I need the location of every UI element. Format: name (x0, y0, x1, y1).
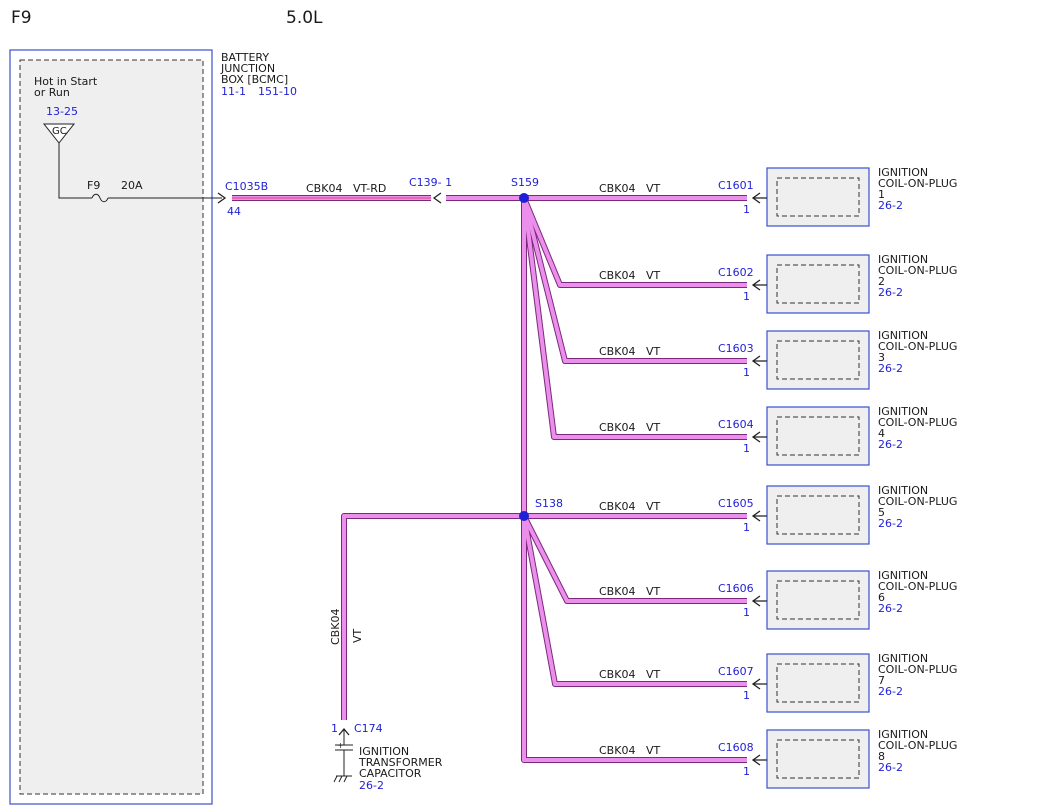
fuse-rating: 20A (121, 179, 143, 192)
bjb-ref-2[interactable]: 151-10 (258, 86, 297, 97)
cap-wire-circuit: CBK04 (329, 608, 342, 645)
coil-connector-label[interactable]: C1606 (718, 583, 754, 594)
coil-label-line-2: COIL-ON-PLUG (878, 495, 958, 508)
main-wire-circuit: CBK04 (306, 182, 343, 195)
coil-ref[interactable]: 26-2 (878, 762, 903, 773)
coil-components (751, 167, 870, 789)
splice-s138-dot (519, 511, 529, 521)
coil-wire-color: VT (646, 269, 661, 282)
coil-connector-arrow (751, 510, 767, 522)
bjb-pin: 44 (227, 205, 241, 218)
coil-wire-circuit: CBK04 (599, 269, 636, 282)
coil-connector-label[interactable]: C1608 (718, 742, 754, 753)
coil-connector-label[interactable]: C1601 (718, 180, 754, 191)
coil-pin: 1 (743, 606, 750, 619)
coil-box (766, 570, 870, 630)
coil-wire-circuit: CBK04 (599, 585, 636, 598)
coil-connector-label[interactable]: C1602 (718, 267, 754, 278)
bjb-inner-dashed (19, 59, 204, 795)
coil-connector-label[interactable]: C1604 (718, 419, 754, 430)
coil-label-line-2: COIL-ON-PLUG (878, 739, 958, 752)
coil-box (766, 330, 870, 390)
coil-pin: 1 (743, 765, 750, 778)
inline-connector-arrow (432, 192, 442, 204)
coil-wire-color: VT (646, 668, 661, 681)
splice-s159-label: S159 (511, 176, 539, 189)
coil-connector-arrow (751, 279, 767, 291)
coil-connector-label[interactable]: C1607 (718, 666, 754, 677)
capacitor-polarity: + (337, 741, 344, 750)
coil-wire-circuit: CBK04 (599, 421, 636, 434)
coil-pin: 1 (743, 203, 750, 216)
coil-box (766, 485, 870, 545)
coil-connector-arrow (751, 355, 767, 367)
coil-label-line-2: COIL-ON-PLUG (878, 580, 958, 593)
coil-box (766, 653, 870, 713)
coil-connector-arrow (751, 431, 767, 443)
coil-wire-circuit: CBK04 (599, 668, 636, 681)
coil-pin: 1 (743, 521, 750, 534)
gc-ref[interactable]: 13-25 (46, 106, 78, 117)
main-wire-color: VT-RD (353, 182, 387, 195)
coil-box (766, 406, 870, 466)
power-note-line-2: or Run (34, 86, 70, 99)
coil-pin: 1 (743, 290, 750, 303)
coil-wire-color: VT (646, 421, 661, 434)
coil-ref[interactable]: 26-2 (878, 363, 903, 374)
coil-box (766, 167, 870, 227)
coil-ref[interactable]: 26-2 (878, 686, 903, 697)
coil-pin: 1 (743, 366, 750, 379)
coil-connector-label[interactable]: C1605 (718, 498, 754, 509)
capacitor-icon (333, 727, 353, 783)
coil-wire-color: VT (646, 500, 661, 513)
coil-label-line-2: COIL-ON-PLUG (878, 663, 958, 676)
coil-ref[interactable]: 26-2 (878, 287, 903, 298)
capacitor-label-line-3: CAPACITOR (359, 767, 422, 780)
capacitor-ref[interactable]: 26-2 (359, 780, 384, 791)
cap-wire-color: VT (351, 628, 364, 643)
coil-ref[interactable]: 26-2 (878, 200, 903, 211)
coil-wire-circuit: CBK04 (599, 500, 636, 513)
coil-ref[interactable]: 26-2 (878, 439, 903, 450)
splice-s159-dot (519, 193, 529, 203)
coil-label-line-2: COIL-ON-PLUG (878, 177, 958, 190)
coil-wire-color: VT (646, 345, 661, 358)
inline-connector-label[interactable]: C139- 1 (409, 177, 452, 188)
bjb-name-line-3: BOX [BCMC] (221, 73, 289, 86)
coil-wire-color: VT (646, 744, 661, 757)
fuse-name: F9 (87, 179, 101, 192)
coil-connector-arrow (751, 678, 767, 690)
coil-connector-arrow (751, 595, 767, 607)
engine-label: 5.0L (286, 8, 323, 28)
coil-connector-arrow (751, 754, 767, 766)
coil-wire-circuit: CBK04 (599, 345, 636, 358)
coil-connector-label[interactable]: C1603 (718, 343, 754, 354)
splice-s138-label: S138 (535, 497, 563, 510)
coil-pin: 1 (743, 689, 750, 702)
coil-wire-color: VT (646, 585, 661, 598)
coil-ref[interactable]: 26-2 (878, 518, 903, 529)
coil-ref[interactable]: 26-2 (878, 603, 903, 614)
coil-label-line-2: COIL-ON-PLUG (878, 340, 958, 353)
capacitor-pin: 1 (331, 722, 338, 735)
bjb-ref-1[interactable]: 11-1 (221, 86, 246, 97)
coil-label-line-2: COIL-ON-PLUG (878, 264, 958, 277)
coil-wire-circuit: CBK04 (599, 744, 636, 757)
capacitor-connector[interactable]: C174 (354, 723, 383, 734)
coil-connector-arrow (751, 192, 767, 204)
harness-wires (341, 195, 747, 763)
coil-pin: 1 (743, 442, 750, 455)
coil-box (766, 729, 870, 789)
coil-label-line-2: COIL-ON-PLUG (878, 416, 958, 429)
coil-wire-circuit: CBK04 (599, 182, 636, 195)
coil-wire-color: VT (646, 182, 661, 195)
coil-box (766, 254, 870, 314)
fuse-page-label: F9 (11, 8, 32, 28)
bjb-connector-label[interactable]: C1035B (225, 181, 268, 192)
gc-label: GC (52, 126, 67, 137)
